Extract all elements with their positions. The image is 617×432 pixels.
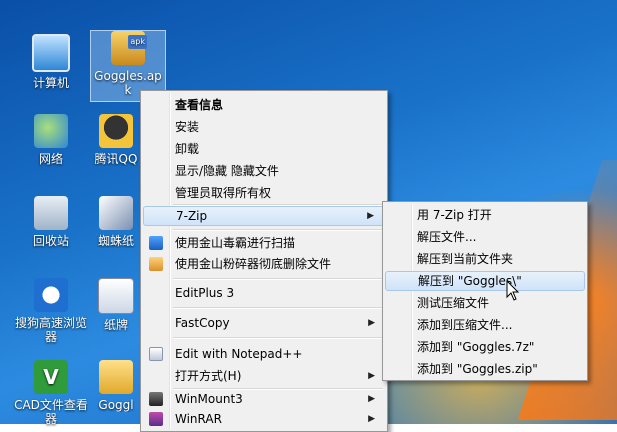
menu-item-label: 测试压缩文件 [417,296,490,310]
desktop-icon-computer[interactable]: 计算机 [14,34,88,90]
desktop-icon-qq[interactable]: 腾讯QQ [90,114,142,166]
menu-item-install[interactable]: 安装 [143,117,385,137]
submenu-arrow-icon: ▶ [368,394,375,404]
menu-separator [173,337,383,339]
apk-file-icon [111,31,147,65]
folder-icon [99,360,133,394]
menu-item-label: 7-Zip [176,209,208,223]
menu-item-label: EditPlus 3 [175,286,235,300]
menu-item-label: 安装 [175,120,200,134]
recycle-bin-icon [34,196,68,230]
qq-icon [99,114,133,148]
desktop-icon-label: 蜘蛛纸 [97,234,134,248]
menu-item-label: 打开方式(H) [175,369,242,383]
desktop-icon-cad[interactable]: V CAD文件查看器 [14,360,88,426]
notepad-icon [149,347,163,361]
menu-item-label: 添加到压缩文件... [417,318,513,332]
menu-item-winrar[interactable]: WinRAR ▶ [143,409,385,429]
desktop-icon-sogou[interactable]: 搜狗高速浏览器 [14,278,88,344]
desktop-icon-label: 纸牌 [103,318,128,332]
submenu-item-add-to-zip[interactable]: 添加到 "Goggles.zip" [385,359,585,379]
submenu-item-extract-to-folder[interactable]: 解压到 "Goggles\" [385,271,585,291]
desktop-icon-label: 计算机 [32,76,69,90]
desktop[interactable]: 计算机 Goggles.apk 网络 腾讯QQ 回收站 蜘蛛纸 搜狗高速浏览器 … [0,0,617,432]
menu-item-label: 用 7-Zip 打开 [417,208,492,222]
menu-item-label: 查看信息 [175,98,224,112]
sogou-browser-icon [34,278,68,312]
menu-item-7zip[interactable]: 7-Zip ▶ [143,206,385,226]
menu-item-label: 解压文件... [417,230,477,244]
submenu-arrow-icon: ▶ [368,414,375,424]
menu-separator [173,229,383,231]
menu-item-uninstall[interactable]: 卸载 [143,139,385,159]
submenu-arrow-icon: ▶ [368,371,375,381]
menu-item-kingsoft-shred[interactable]: 使用金山粉碎器彻底删除文件 [143,254,385,274]
desktop-icon-label: 回收站 [32,234,69,248]
submenu-arrow-icon: ▶ [368,318,375,328]
submenu-item-add-to-7z[interactable]: 添加到 "Goggles.7z" [385,337,585,357]
submenu-7zip: 用 7-Zip 打开 解压文件... 解压到当前文件夹 解压到 "Goggles… [382,201,588,381]
menu-item-label: 添加到 "Goggles.zip" [417,362,538,376]
solitaire-icon [98,278,134,314]
menu-item-label: 使用金山毒霸进行扫描 [175,236,296,250]
menu-separator [173,307,383,309]
menu-item-label: 管理员取得所有权 [175,186,272,200]
menu-item-take-ownership[interactable]: 管理员取得所有权 [143,183,385,203]
desktop-icon-label: 搜狗高速浏览器 [14,316,87,344]
menu-item-editplus[interactable]: EditPlus 3 [143,283,385,303]
menu-item-kingsoft-scan[interactable]: 使用金山毒霸进行扫描 [143,233,385,253]
menu-item-label: 添加到 "Goggles.7z" [417,340,535,354]
desktop-icon-spider[interactable]: 蜘蛛纸 [90,196,142,248]
menu-item-label: 显示/隐藏 隐藏文件 [175,164,279,178]
menu-item-label: Edit with Notepad++ [175,347,303,361]
context-menu: 查看信息 安装 卸载 显示/隐藏 隐藏文件 管理员取得所有权 7-Zip ▶ 使用… [140,90,388,432]
spider-solitaire-icon [99,196,133,230]
menu-separator [173,278,383,280]
menu-item-label: 卸载 [175,142,200,156]
menu-item-label: 解压到当前文件夹 [417,252,514,266]
menu-item-notepadpp[interactable]: Edit with Notepad++ [143,344,385,364]
network-icon [34,114,68,148]
desktop-icon-solitaire[interactable]: 纸牌 [90,278,142,332]
desktop-icon-folder[interactable]: Goggl [90,360,142,412]
menu-item-label: 使用金山粉碎器彻底删除文件 [175,257,332,271]
desktop-icon-label: Goggl [98,398,134,412]
menu-item-view-info[interactable]: 查看信息 [143,95,385,115]
submenu-item-test-archive[interactable]: 测试压缩文件 [385,293,585,313]
shredder-icon [149,257,163,271]
submenu-arrow-icon: ▶ [367,211,374,221]
desktop-icon-label: 网络 [38,152,63,166]
submenu-item-extract-here[interactable]: 解压到当前文件夹 [385,249,585,269]
menu-item-label: FastCopy [175,316,230,330]
submenu-item-extract-files[interactable]: 解压文件... [385,227,585,247]
menu-item-toggle-hidden[interactable]: 显示/隐藏 隐藏文件 [143,161,385,181]
winmount-icon [149,392,163,406]
menu-item-winmount[interactable]: WinMount3 ▶ [143,389,385,409]
cad-viewer-icon: V [34,360,68,394]
desktop-icon-network[interactable]: 网络 [14,114,88,166]
submenu-item-add-to-archive[interactable]: 添加到压缩文件... [385,315,585,335]
desktop-icon-recycle-bin[interactable]: 回收站 [14,196,88,248]
shield-icon [149,236,163,250]
menu-item-fastcopy[interactable]: FastCopy ▶ [143,313,385,333]
menu-item-label: WinMount3 [175,392,243,406]
desktop-icon-label: 腾讯QQ [94,152,138,166]
computer-icon [32,34,70,72]
desktop-icon-label: CAD文件查看器 [14,398,88,426]
submenu-item-open-with-7zip[interactable]: 用 7-Zip 打开 [385,205,585,225]
menu-item-open-with[interactable]: 打开方式(H) ▶ [143,366,385,386]
